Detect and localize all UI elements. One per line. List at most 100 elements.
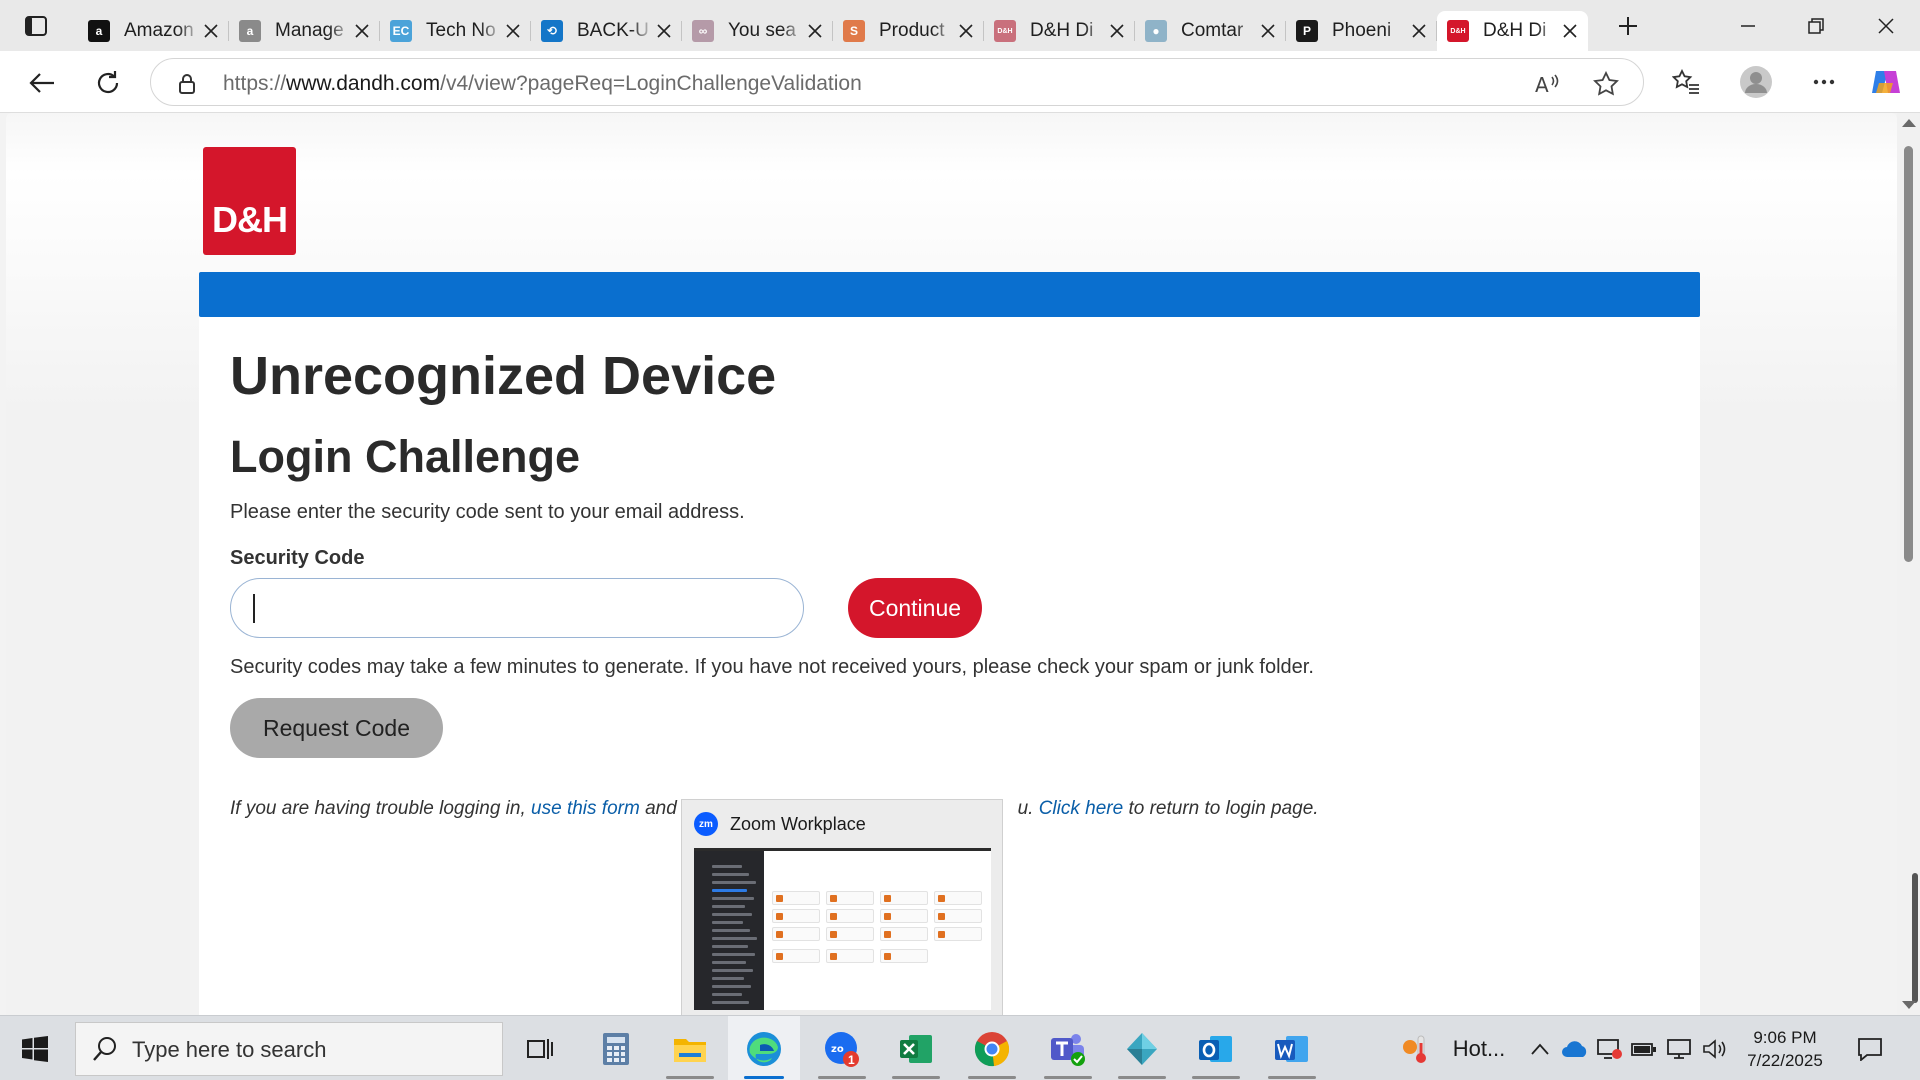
browser-tab[interactable]: ∞ You sea [682, 11, 833, 51]
browser-tab[interactable]: P Phoeni [1286, 11, 1437, 51]
close-icon [1110, 24, 1124, 38]
browser-tab[interactable]: a Amazon [78, 11, 229, 51]
browser-tab[interactable]: EC Tech No [380, 11, 531, 51]
refresh-button[interactable] [88, 65, 128, 101]
tab-actions-button[interactable] [14, 10, 58, 42]
scroll-thumb[interactable] [1904, 146, 1913, 562]
zoom-app[interactable]: zo 1 [806, 1016, 878, 1080]
dandh-logo[interactable]: D&H [203, 147, 296, 255]
close-icon [204, 24, 218, 38]
word-app[interactable] [1256, 1016, 1328, 1080]
weather-widget[interactable]: Hot... [1388, 1016, 1518, 1080]
close-tab-button[interactable] [1258, 21, 1278, 41]
file-icon [776, 895, 783, 902]
excel-app[interactable] [880, 1016, 952, 1080]
task-view-icon [527, 1038, 553, 1059]
address-bar[interactable]: https://www.dandh.com/v4/view?pageReq=Lo… [150, 58, 1644, 106]
volume-tray[interactable] [1698, 1016, 1732, 1080]
battery-tray[interactable] [1628, 1016, 1660, 1080]
browser-tab[interactable]: ● Comtar [1135, 11, 1286, 51]
taskbar-search[interactable]: Type here to search [75, 1022, 503, 1076]
url-text[interactable]: https://www.dandh.com/v4/view?pageReq=Lo… [223, 72, 862, 96]
new-tab-button[interactable] [1608, 10, 1648, 42]
logo-text: D&H [212, 199, 288, 240]
browser-tab[interactable]: ⟲ BACK-U [531, 11, 682, 51]
minimize-button[interactable] [1714, 0, 1782, 51]
chevron-up-icon [1531, 1043, 1549, 1055]
settings-more-button[interactable] [1806, 64, 1842, 100]
file-explorer-app[interactable] [654, 1016, 726, 1080]
close-tab-button[interactable] [805, 21, 825, 41]
start-button[interactable] [0, 1016, 70, 1080]
zoom-icon: zm [694, 812, 718, 836]
thumbnail-file-cell [772, 927, 820, 941]
close-window-button[interactable] [1852, 0, 1920, 51]
close-tab-button[interactable] [1409, 21, 1429, 41]
show-hidden-icons-button[interactable] [1524, 1016, 1556, 1080]
phoenix-icon: P [1296, 20, 1318, 42]
close-tab-button[interactable] [201, 21, 221, 41]
page-scrollbar[interactable] [1897, 113, 1920, 1015]
minimize-icon [1741, 24, 1755, 27]
battery-icon [1631, 1042, 1656, 1056]
thumbnail-file-cell [934, 927, 982, 941]
browser-toolbar: https://www.dandh.com/v4/view?pageReq=Lo… [0, 51, 1920, 113]
browser-tab[interactable]: a Manage [229, 11, 380, 51]
thumbnail-file-cell [880, 927, 928, 941]
comtar-icon: ● [1145, 20, 1167, 42]
close-tab-button[interactable] [1107, 21, 1127, 41]
close-tab-button[interactable] [352, 21, 372, 41]
scroll-up-icon[interactable] [1902, 119, 1916, 127]
thumbnail-file-cell [880, 909, 928, 923]
use-this-form-link[interactable]: use this form [531, 798, 640, 819]
scroll-down-icon[interactable] [1902, 1001, 1916, 1009]
tab-title: D&H Di [1030, 20, 1094, 41]
request-code-button[interactable]: Request Code [230, 698, 443, 758]
calculator-app[interactable] [580, 1016, 652, 1080]
svg-text:zo: zo [831, 1044, 844, 1055]
onedrive-tray[interactable] [1558, 1016, 1592, 1080]
file-icon [830, 913, 837, 920]
browser-tab[interactable]: S Product [833, 11, 984, 51]
thumbnail-sidebar-line [712, 953, 755, 956]
taskbar-clock[interactable]: 9:06 PM 7/22/2025 [1740, 1026, 1830, 1072]
file-icon [938, 913, 945, 920]
preview-thumbnail[interactable] [694, 848, 991, 1010]
thumbnail-file-cell [934, 891, 982, 905]
browser-tab[interactable]: D&H D&H Di [984, 11, 1135, 51]
tab-title: Tech No [426, 20, 496, 41]
add-favorite-button[interactable] [1593, 71, 1619, 97]
close-tab-button[interactable] [1560, 21, 1580, 41]
copilot-button[interactable] [1868, 64, 1904, 100]
copilot-icon [1872, 71, 1900, 93]
restore-button[interactable] [1782, 0, 1850, 51]
lock-icon[interactable] [178, 73, 196, 95]
thumbnail-file-cell [772, 949, 820, 963]
chrome-app[interactable] [956, 1016, 1028, 1080]
task-view-button[interactable] [504, 1016, 576, 1080]
restore-icon [1808, 17, 1824, 34]
close-icon [1412, 24, 1426, 38]
back-button[interactable] [22, 65, 62, 101]
notifications-button[interactable] [1848, 1016, 1892, 1080]
crystal-app[interactable] [1106, 1016, 1178, 1080]
taskbar-preview-popup[interactable]: zm Zoom Workplace [681, 799, 1003, 1017]
close-tab-button[interactable] [956, 21, 976, 41]
teams-app[interactable] [1032, 1016, 1104, 1080]
security-tray[interactable] [1594, 1016, 1626, 1080]
click-here-link[interactable]: Click here [1039, 798, 1123, 819]
browser-tab[interactable]: D&H D&H Di [1437, 11, 1588, 51]
security-code-input[interactable] [230, 578, 804, 638]
zoom-badge: 1 [848, 1053, 855, 1067]
edge-app[interactable] [728, 1016, 800, 1080]
close-tab-button[interactable] [503, 21, 523, 41]
outlook-app[interactable] [1180, 1016, 1252, 1080]
file-icon [884, 931, 891, 938]
network-tray[interactable] [1662, 1016, 1696, 1080]
read-aloud-icon: A [1535, 73, 1559, 96]
profile-button[interactable] [1738, 64, 1774, 100]
continue-button[interactable]: Continue [848, 578, 982, 638]
favorites-button[interactable] [1668, 64, 1704, 100]
close-tab-button[interactable] [654, 21, 674, 41]
read-aloud-button[interactable]: A [1535, 71, 1561, 97]
